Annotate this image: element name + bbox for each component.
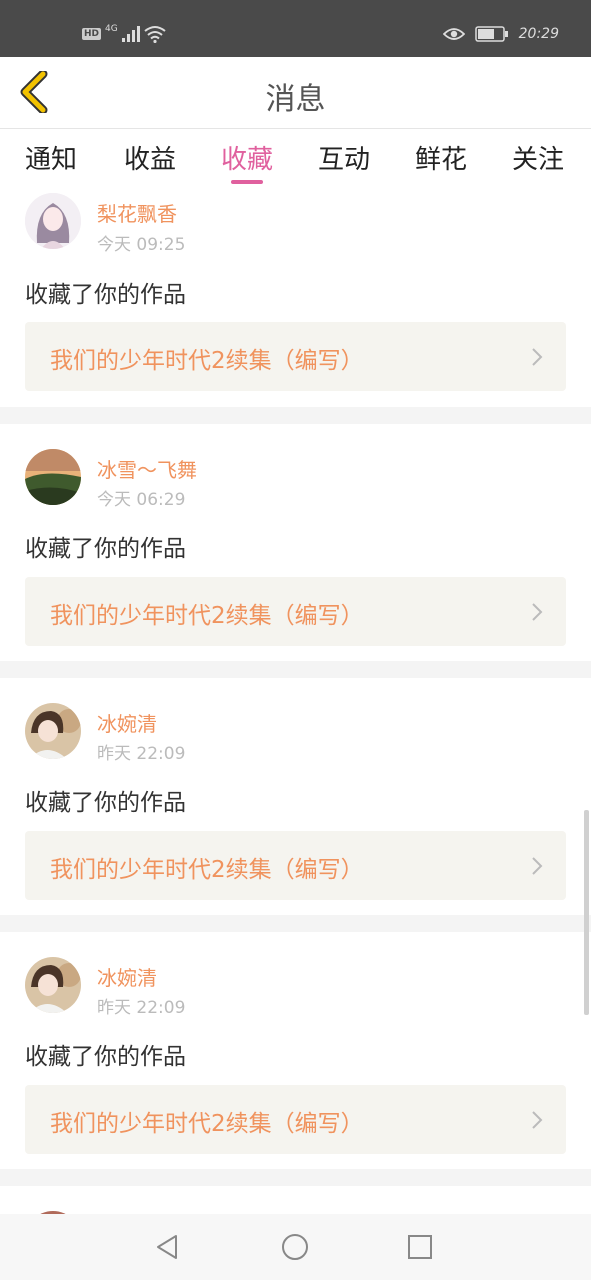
action-text: 收藏了你的作品 xyxy=(25,282,186,308)
chevron-right-icon xyxy=(532,603,543,621)
hd-badge: HD xyxy=(82,28,102,40)
chevron-right-icon xyxy=(532,1111,543,1129)
home-circle-icon[interactable] xyxy=(279,1231,311,1263)
avatar[interactable] xyxy=(25,449,81,505)
tab-favorites[interactable]: 收藏 xyxy=(207,139,287,176)
work-title: 我们的少年时代2续集（编写） xyxy=(50,348,364,374)
battery-icon xyxy=(474,26,508,42)
status-right: 20:29 xyxy=(442,22,559,46)
network-label: 4G xyxy=(105,24,118,34)
work-link[interactable]: 我们的少年时代2续集（编写） xyxy=(25,831,566,900)
avatar-landscape-icon xyxy=(25,449,81,505)
action-text: 收藏了你的作品 xyxy=(25,790,186,816)
avatar[interactable] xyxy=(25,703,81,759)
avatar-girl-icon xyxy=(25,193,81,249)
status-bar: HD 4G 20:29 xyxy=(0,0,591,57)
eye-icon xyxy=(442,28,465,40)
work-link[interactable]: 我们的少年时代2续集（编写） xyxy=(25,322,566,391)
message-card-partial xyxy=(0,1186,591,1267)
system-nav-bar xyxy=(0,1214,591,1280)
work-link[interactable]: 我们的少年时代2续集（编写） xyxy=(25,1085,566,1154)
work-title: 我们的少年时代2续集（编写） xyxy=(50,1111,364,1137)
tab-interactions[interactable]: 互动 xyxy=(304,139,384,176)
message-time: 昨天 22:09 xyxy=(97,998,186,1018)
action-text: 收藏了你的作品 xyxy=(25,536,186,562)
scrollbar[interactable] xyxy=(584,810,589,1015)
active-tab-indicator xyxy=(231,180,263,184)
action-text: 收藏了你的作品 xyxy=(25,1044,186,1070)
page-title: 消息 xyxy=(265,82,326,117)
message-card: 冰婉清 昨天 22:09 收藏了你的作品 我们的少年时代2续集（编写） xyxy=(0,678,591,915)
message-card: 梨花飘香 今天 09:25 收藏了你的作品 我们的少年时代2续集（编写） xyxy=(0,188,591,407)
work-title: 我们的少年时代2续集（编写） xyxy=(50,603,364,629)
tab-flowers[interactable]: 鲜花 xyxy=(401,139,481,176)
avatar-girl-bear-icon xyxy=(25,957,81,1013)
username[interactable]: 冰婉清 xyxy=(97,708,157,737)
wifi-icon xyxy=(144,26,166,43)
tab-earnings[interactable]: 收益 xyxy=(110,139,190,176)
signal-icon xyxy=(121,26,140,42)
avatar[interactable] xyxy=(25,193,81,249)
tab-bar: 通知 收益 收藏 互动 鲜花 关注 xyxy=(0,129,591,188)
back-triangle-icon[interactable] xyxy=(152,1231,184,1263)
message-card: 冰雪～飞舞 今天 06:29 收藏了你的作品 我们的少年时代2续集（编写） xyxy=(0,424,591,661)
avatar[interactable] xyxy=(25,957,81,1013)
status-left: HD 4G xyxy=(82,22,166,46)
username[interactable]: 冰婉清 xyxy=(97,962,157,991)
message-time: 今天 06:29 xyxy=(97,490,186,510)
recents-square-icon[interactable] xyxy=(404,1231,436,1263)
message-card: 冰婉清 昨天 22:09 收藏了你的作品 我们的少年时代2续集（编写） xyxy=(0,932,591,1169)
username[interactable]: 梨花飘香 xyxy=(97,198,177,227)
message-time: 今天 09:25 xyxy=(97,235,186,255)
username[interactable]: 冰雪～飞舞 xyxy=(97,454,197,483)
work-link[interactable]: 我们的少年时代2续集（编写） xyxy=(25,577,566,646)
header-bar: 消息 xyxy=(0,57,591,129)
work-title: 我们的少年时代2续集（编写） xyxy=(50,857,364,883)
message-time: 昨天 22:09 xyxy=(97,744,186,764)
chevron-right-icon xyxy=(532,857,543,875)
tab-notifications[interactable]: 通知 xyxy=(11,139,91,176)
status-time: 20:29 xyxy=(518,26,559,42)
tab-following[interactable]: 关注 xyxy=(498,139,578,176)
avatar-girl-bear-icon xyxy=(25,703,81,759)
chevron-right-icon xyxy=(532,348,543,366)
